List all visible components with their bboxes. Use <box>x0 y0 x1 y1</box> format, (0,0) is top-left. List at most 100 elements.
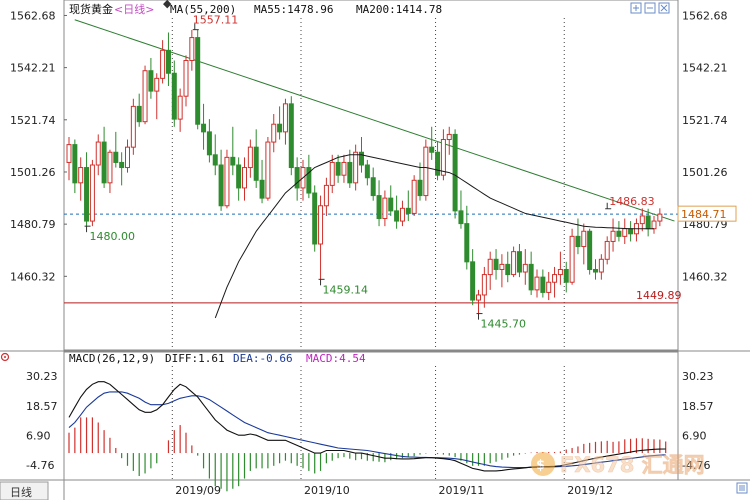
candle[interactable] <box>277 106 283 140</box>
candle[interactable] <box>101 126 107 188</box>
candle[interactable] <box>411 175 417 216</box>
candle[interactable] <box>505 251 511 283</box>
candle[interactable] <box>294 157 300 201</box>
candle[interactable] <box>341 154 347 183</box>
candle[interactable] <box>587 228 593 275</box>
candle[interactable] <box>423 139 429 201</box>
candle[interactable] <box>312 185 318 252</box>
candle[interactable] <box>440 129 446 181</box>
candle[interactable] <box>171 60 177 127</box>
candle[interactable] <box>364 159 370 186</box>
candle[interactable] <box>195 29 201 130</box>
candle[interactable] <box>598 254 604 280</box>
candle[interactable] <box>616 221 622 242</box>
candle[interactable] <box>206 119 212 163</box>
candle[interactable] <box>516 244 522 278</box>
minus-icon[interactable] <box>644 2 656 14</box>
candle[interactable] <box>470 249 476 306</box>
candle[interactable] <box>552 266 558 298</box>
candle[interactable] <box>265 136 271 201</box>
candle[interactable] <box>622 218 628 244</box>
candle[interactable] <box>247 139 253 178</box>
candle[interactable] <box>107 149 113 194</box>
candle[interactable] <box>259 159 265 204</box>
candle[interactable] <box>160 40 166 84</box>
candle[interactable] <box>271 114 277 153</box>
candle[interactable] <box>125 139 130 173</box>
candle[interactable] <box>429 126 435 160</box>
candle[interactable] <box>557 251 563 285</box>
candle[interactable] <box>148 57 154 99</box>
candle[interactable] <box>212 134 218 176</box>
candle[interactable] <box>569 228 575 285</box>
candle[interactable] <box>487 251 493 290</box>
candle[interactable] <box>604 236 610 265</box>
period-label[interactable]: <日线> <box>114 2 154 16</box>
candle[interactable] <box>534 269 540 298</box>
candle[interactable] <box>335 154 341 183</box>
candle[interactable] <box>253 129 259 188</box>
candle[interactable] <box>382 190 388 227</box>
candle[interactable] <box>165 32 171 86</box>
candle[interactable] <box>136 93 142 127</box>
candle[interactable] <box>452 129 458 219</box>
candle[interactable] <box>376 180 382 227</box>
candle[interactable] <box>78 157 84 201</box>
candle[interactable] <box>282 98 288 145</box>
candle[interactable] <box>633 218 639 242</box>
candle[interactable] <box>142 65 148 125</box>
candle[interactable] <box>72 139 78 194</box>
period-tab-label[interactable]: 日线 <box>10 485 32 499</box>
candle[interactable] <box>84 152 90 227</box>
candle[interactable] <box>575 218 581 255</box>
candle[interactable] <box>405 190 411 222</box>
candle[interactable] <box>370 167 376 201</box>
candle[interactable] <box>464 205 470 270</box>
candle[interactable] <box>242 157 247 201</box>
candle[interactable] <box>236 157 242 201</box>
candle[interactable] <box>394 195 400 229</box>
expand-icon[interactable] <box>630 2 642 14</box>
candle[interactable] <box>563 261 569 293</box>
candle[interactable] <box>113 131 119 168</box>
candle[interactable] <box>657 208 663 227</box>
candle[interactable] <box>417 162 423 201</box>
candle[interactable] <box>189 29 195 71</box>
candle[interactable] <box>353 144 359 191</box>
candle[interactable] <box>154 73 160 120</box>
menu-icon[interactable] <box>736 482 748 494</box>
candle[interactable] <box>119 152 125 186</box>
candle[interactable] <box>610 218 616 252</box>
candle[interactable] <box>481 266 487 308</box>
candle[interactable] <box>66 136 72 181</box>
candle[interactable] <box>546 272 552 301</box>
candle[interactable] <box>446 126 452 155</box>
period-tab[interactable]: 日线 <box>0 481 49 501</box>
candle[interactable] <box>224 149 230 209</box>
candle[interactable] <box>95 134 101 176</box>
candle[interactable] <box>581 223 587 265</box>
candle[interactable] <box>458 190 464 229</box>
candle[interactable] <box>499 254 505 288</box>
candle[interactable] <box>628 221 634 242</box>
candle[interactable] <box>323 177 329 216</box>
candle[interactable] <box>399 200 405 227</box>
candle[interactable] <box>201 103 207 150</box>
candle[interactable] <box>476 289 481 314</box>
candle[interactable] <box>300 159 306 201</box>
candle[interactable] <box>511 246 517 278</box>
gear-icon[interactable] <box>0 352 10 362</box>
candle[interactable] <box>183 55 189 107</box>
candles[interactable] <box>66 29 663 314</box>
candle[interactable] <box>639 208 645 232</box>
candle[interactable] <box>493 249 499 280</box>
candle[interactable] <box>593 259 598 280</box>
candle[interactable] <box>540 269 546 298</box>
candle[interactable] <box>230 126 236 176</box>
candle[interactable] <box>318 195 324 280</box>
candle[interactable] <box>288 96 294 176</box>
candle[interactable] <box>177 88 183 132</box>
candle[interactable] <box>130 98 136 155</box>
candle[interactable] <box>522 249 528 285</box>
close-icon[interactable] <box>658 2 670 14</box>
